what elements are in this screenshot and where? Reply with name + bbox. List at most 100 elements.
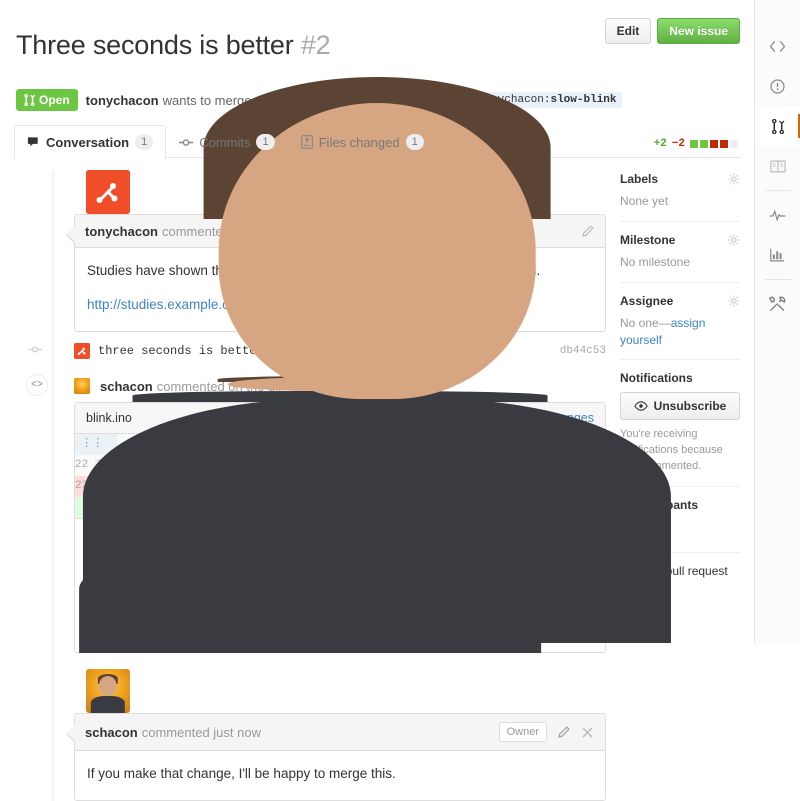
avatar[interactable] — [74, 343, 90, 359]
page-title: Three seconds is better #2 — [16, 30, 605, 61]
rail-item-wiki[interactable] — [755, 146, 800, 186]
sidebar-participants: 2 participants — [620, 486, 740, 552]
diff-block — [730, 140, 738, 148]
sidebar-notifications-title: Notifications — [620, 371, 740, 385]
commit-sha[interactable]: db44c53 — [560, 345, 606, 357]
sidebar-assignee: Assignee No one—assign yourself — [620, 282, 740, 360]
assignee-none: No one — [620, 316, 659, 330]
sidebar-milestone-title: Milestone — [620, 233, 740, 247]
avatar-torso — [91, 696, 125, 713]
comment-box: schacon commented just now Owner — [74, 713, 606, 801]
diff-filename: blink.ino — [86, 411, 132, 425]
code-icon — [769, 40, 786, 53]
edit-pencil-icon[interactable] — [555, 724, 571, 740]
repo-nav-rail — [754, 0, 800, 643]
git-logo-icon — [86, 170, 130, 214]
tab-files-changed[interactable]: Files changed 1 — [288, 125, 437, 158]
diff-block — [700, 140, 708, 148]
file-diff-icon — [301, 135, 313, 149]
diff-block — [710, 140, 718, 148]
unsubscribe-button[interactable]: Unsubscribe — [620, 392, 740, 420]
tab-files-changed-label: Files changed — [319, 135, 400, 150]
pr-author[interactable]: tonychacon — [86, 93, 159, 108]
avatar[interactable] — [646, 519, 668, 541]
github-pull-request-page: Three seconds is better #2 Edit New issu… — [0, 0, 800, 643]
status-badge-label: Open — [39, 93, 70, 107]
diff-stat: +2 −2 — [654, 138, 738, 150]
diff-stat-blocks — [690, 140, 738, 148]
rail-item-code[interactable] — [755, 26, 800, 66]
graphs-icon — [770, 248, 785, 262]
pr-body: tonychacon commented 6 minutes ago Studi… — [14, 170, 740, 801]
comment-actions — [579, 223, 595, 239]
commit-node-icon — [28, 343, 42, 359]
close-icon[interactable] — [579, 724, 595, 740]
pulse-icon — [769, 209, 786, 222]
avatar-torso — [646, 519, 668, 541]
sidebar-labels-title: Labels — [620, 172, 740, 186]
owner-badge: Owner — [499, 722, 547, 742]
comment-body: If you make that change, I'll be happy t… — [75, 751, 605, 800]
eye-icon — [634, 401, 648, 411]
sidebar-labels: Labels None yet — [620, 172, 740, 221]
rail-divider — [765, 190, 791, 191]
comment-timestamp: commented just now — [142, 725, 261, 740]
sidebar-assignee-title: Assignee — [620, 294, 740, 308]
diff-block — [720, 140, 728, 148]
avatar[interactable] — [74, 378, 90, 394]
pr-tabs: Conversation 1 Commits 1 Files changed 1 — [14, 124, 740, 158]
diff-additions: +2 — [654, 138, 667, 150]
edit-pencil-icon[interactable] — [579, 223, 595, 239]
diff-block — [690, 140, 698, 148]
gear-icon[interactable] — [728, 295, 740, 307]
tab-conversation-count: 1 — [135, 134, 153, 150]
assignee-dash: — — [659, 316, 671, 330]
settings-icon — [769, 296, 786, 312]
rail-item-pull-requests[interactable] — [755, 106, 800, 146]
diff-deletions: −2 — [672, 138, 685, 150]
rail-item-settings[interactable] — [755, 284, 800, 324]
sidebar-milestone: Milestone No milestone — [620, 221, 740, 282]
rail-divider — [765, 279, 791, 280]
commit-message[interactable]: three seconds is better — [98, 344, 264, 358]
page-header: Three seconds is better #2 Edit New issu… — [14, 0, 740, 79]
sidebar-assignee-value: No one—assign yourself — [620, 315, 740, 349]
wiki-icon — [770, 160, 786, 173]
head-ref-branch: slow-blink — [550, 94, 616, 106]
comment-author[interactable]: schacon — [85, 725, 138, 740]
rail-item-pulse[interactable] — [755, 195, 800, 235]
sidebar-labels-value: None yet — [620, 193, 740, 210]
comment-icon — [27, 136, 40, 149]
tab-commits-count: 1 — [256, 134, 274, 150]
tab-commits[interactable]: Commits 1 — [166, 125, 287, 158]
sidebar-milestone-value: No milestone — [620, 254, 740, 271]
issues-icon — [770, 79, 785, 94]
commit-icon — [179, 136, 193, 149]
gear-icon[interactable] — [728, 234, 740, 246]
new-issue-button[interactable]: New issue — [657, 18, 740, 44]
comment-header: schacon commented just now Owner — [75, 714, 605, 751]
git-logo-icon — [74, 343, 90, 359]
tab-commits-label: Commits — [199, 135, 250, 150]
avatar[interactable] — [86, 170, 130, 214]
tab-files-changed-count: 1 — [406, 134, 424, 150]
issue-number: #2 — [301, 30, 331, 60]
gear-icon[interactable] — [728, 173, 740, 185]
edit-button[interactable]: Edit — [605, 18, 652, 44]
pull-request-icon — [24, 94, 35, 106]
comment-actions: Owner — [499, 722, 595, 742]
diff-comment-author[interactable]: schacon — [100, 379, 153, 394]
header-actions: Edit New issue — [605, 12, 740, 44]
comment-paragraph: If you make that change, I'll be happy t… — [87, 764, 593, 785]
comment-author[interactable]: tonychacon — [85, 224, 158, 239]
code-icon: <> — [26, 374, 48, 396]
tab-conversation-label: Conversation — [46, 135, 129, 150]
issue-sidebar: Labels None yet Milestone No miles — [606, 170, 740, 801]
tab-conversation[interactable]: Conversation 1 — [14, 125, 166, 159]
rail-item-graphs[interactable] — [755, 235, 800, 275]
timeline-comment-2: schacon commented just now Owner — [14, 669, 606, 801]
rail-item-issues[interactable] — [755, 66, 800, 106]
participants-list — [620, 519, 740, 541]
pull-request-icon — [771, 119, 785, 134]
avatar[interactable] — [86, 669, 130, 713]
